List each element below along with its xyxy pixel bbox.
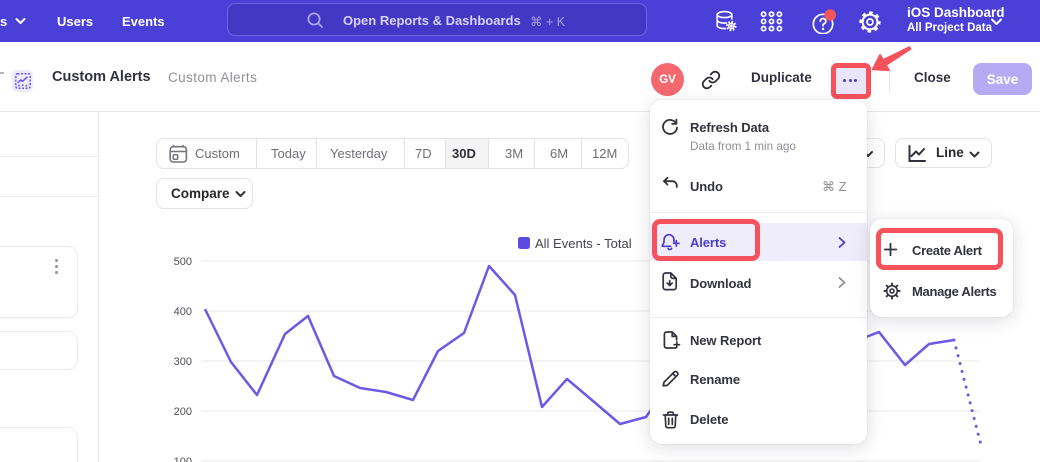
svg-text:500: 500 [174,256,192,268]
svg-text:400: 400 [174,306,192,318]
svg-text:All Events - Total: All Events - Total [535,236,632,251]
svg-text:300: 300 [174,356,192,368]
svg-text:100: 100 [174,456,192,462]
svg-text:200: 200 [174,406,192,418]
